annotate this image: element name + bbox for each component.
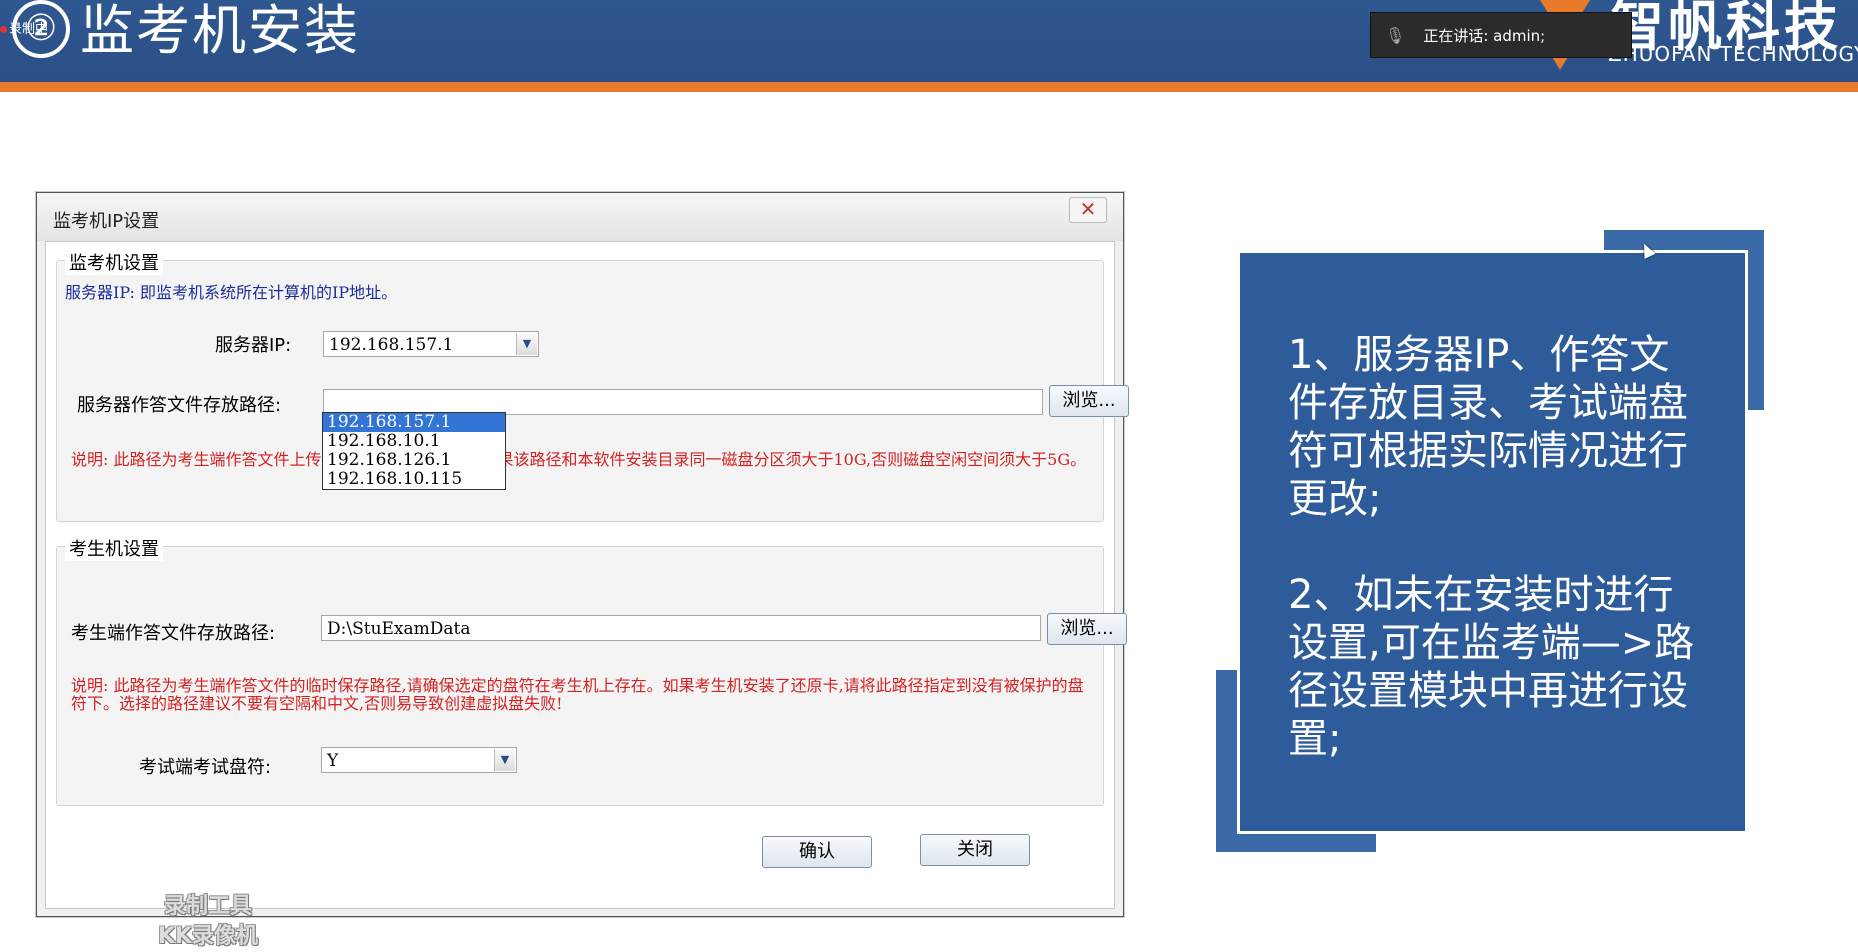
student-path-browse-button[interactable]: 浏览...	[1047, 613, 1127, 645]
proctor-ip-settings-dialog: 监考机IP设置 ✕ 监考机设置 服务器IP: 即监考机系统所在计算机的IP地址。…	[36, 192, 1129, 949]
proctor-settings-group: 监考机设置 服务器IP: 即监考机系统所在计算机的IP地址。 服务器IP: 19…	[56, 249, 1129, 522]
server-ip-option[interactable]: 192.168.157.1	[323, 413, 505, 432]
proctor-settings-legend: 监考机设置	[65, 249, 163, 275]
server-ip-combobox[interactable]: 192.168.157.1 ▼	[323, 331, 539, 357]
slide-title: 监考机安装	[80, 0, 360, 62]
student-path-value: D:\StuExamData	[327, 619, 471, 639]
student-path-input[interactable]: D:\StuExamData	[321, 615, 1041, 641]
drive-label: 考试端考试盘符:	[139, 757, 272, 778]
student-settings-legend: 考生机设置	[65, 535, 163, 561]
dialog-title: 监考机IP设置	[53, 211, 160, 232]
server-ip-label: 服务器IP:	[215, 335, 292, 356]
info-card: 1、服务器IP、作答文件存放目录、考试端盘符可根据实际情况进行更改; 2、如未在…	[1240, 253, 1745, 831]
close-icon[interactable]: ✕	[1069, 197, 1107, 223]
speaking-text: 正在讲话: admin;	[1423, 26, 1546, 45]
chevron-down-icon[interactable]: ▼	[494, 749, 515, 771]
confirm-button[interactable]: 确认	[762, 836, 872, 868]
record-dot-icon	[0, 26, 7, 33]
server-path-note: 说明: 此路径为考生端作答文件上传到服务器的保存路径。如果该路径和本软件安装目录…	[71, 450, 1087, 469]
drive-combobox[interactable]: Y ▼	[321, 747, 517, 773]
student-path-label: 考生端作答文件存放路径:	[71, 623, 276, 644]
dialog-body: 监考机设置 服务器IP: 即监考机系统所在计算机的IP地址。 服务器IP: 19…	[45, 241, 1129, 949]
watermark-line: KK录像机	[157, 924, 259, 949]
student-path-note: 说明: 此路径为考生端作答文件的临时保存路径,请确保选定的盘符在考生机上存在。如…	[71, 676, 1084, 713]
close-button[interactable]: 关闭	[920, 834, 1030, 866]
server-ip-value: 192.168.157.1	[329, 335, 454, 355]
server-ip-option[interactable]: 192.168.126.1	[323, 451, 505, 470]
server-path-browse-button[interactable]: 浏览...	[1049, 385, 1129, 417]
step-number-badge: ②	[12, 0, 70, 58]
slide-header: 录制中 ② 监考机安装 智帆科技 ZHUOFAN TECHNOLOGY 🎙 正在…	[0, 0, 1858, 82]
drive-value: Y	[327, 751, 339, 771]
info-card-text: 1、服务器IP、作答文件存放目录、考试端盘符可根据实际情况进行更改; 2、如未在…	[1288, 332, 1695, 762]
speaking-indicator: 🎙 正在讲话: admin;	[1370, 12, 1632, 58]
server-ip-dropdown-list[interactable]: 192.168.157.1 192.168.10.1 192.168.126.1…	[322, 412, 506, 490]
microphone-icon: 🎙	[1385, 25, 1406, 45]
dialog-titlebar: 监考机IP设置 ✕	[37, 193, 1123, 241]
server-ip-option[interactable]: 192.168.10.1	[323, 432, 505, 451]
header-accent-bar	[0, 82, 1858, 92]
server-ip-hint: 服务器IP: 即监考机系统所在计算机的IP地址。	[65, 283, 398, 302]
brand-name-en: ZHUOFAN TECHNOLOGY	[1608, 42, 1858, 66]
chevron-down-icon[interactable]: ▼	[516, 333, 537, 355]
recorder-watermark: 录制工具 KK录像机	[138, 892, 278, 952]
student-settings-group: 考生机设置 考生端作答文件存放路径: D:\StuExamData 浏览... …	[56, 535, 1127, 806]
server-path-label: 服务器作答文件存放路径:	[77, 395, 282, 416]
watermark-line: 录制工具	[163, 894, 252, 919]
server-ip-option[interactable]: 192.168.10.115	[323, 470, 505, 489]
